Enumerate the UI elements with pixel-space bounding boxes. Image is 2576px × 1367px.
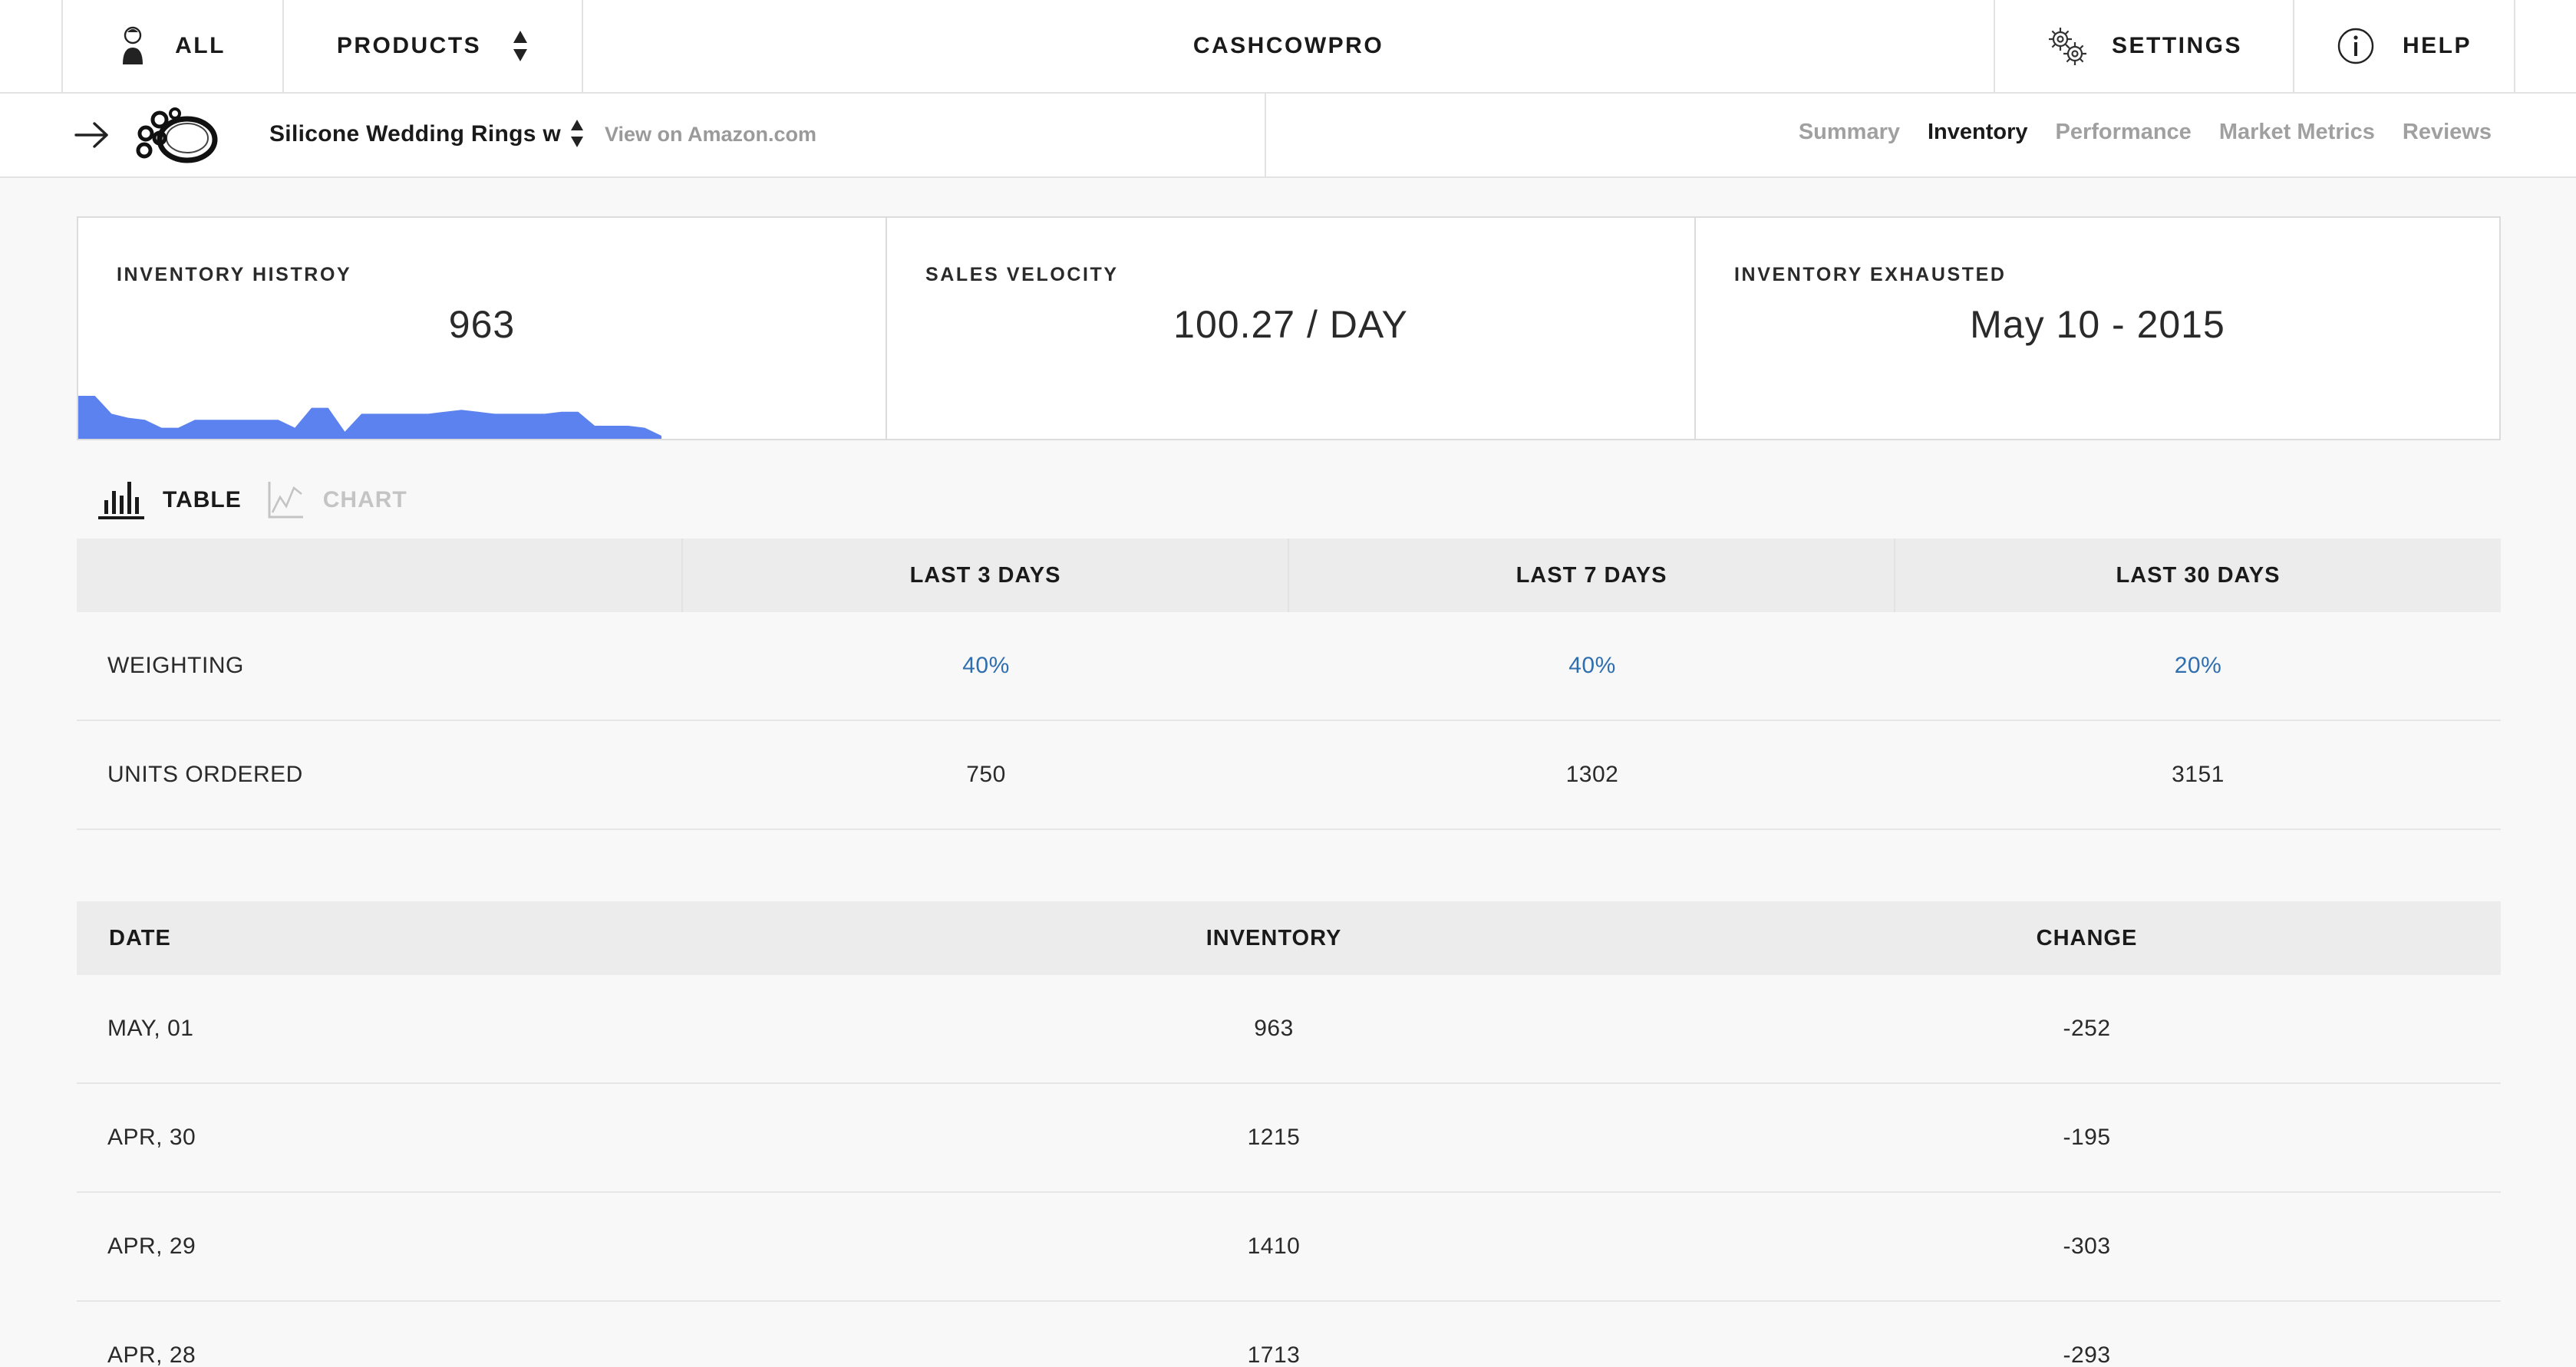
top-navigation: ALL PRODUCTS CASHCOWPRO SETTINGS HELP — [0, 0, 2576, 94]
inventory-cell: 1215 — [1247, 1125, 1301, 1150]
inventory-history-label: INVENTORY HISTROY — [117, 264, 352, 285]
table-row: WEIGHTING 40% 40% 20% — [77, 612, 2501, 721]
tab-performance[interactable]: Performance — [2056, 120, 2192, 145]
units-value: 3151 — [2172, 762, 2225, 787]
all-menu-button[interactable]: ALL — [63, 0, 282, 92]
brand-logo[interactable]: CASHCOWPRO — [583, 0, 1994, 92]
nav-divider — [2514, 0, 2515, 92]
inventory-history-value: 963 — [448, 303, 516, 346]
inventory-cell: 1713 — [1247, 1342, 1301, 1367]
inventory-sparkline — [78, 396, 661, 439]
table-row: APR, 30 1215 -195 — [77, 1084, 2501, 1193]
weighting-value[interactable]: 20% — [1895, 653, 2501, 679]
products-label: PRODUCTS — [336, 33, 482, 58]
all-label: ALL — [175, 33, 226, 58]
table-label: TABLE — [163, 487, 242, 512]
gears-icon — [2048, 28, 2086, 65]
table-header: DATE INVENTORY CHANGE — [77, 901, 2501, 975]
arrow-right-icon[interactable] — [74, 120, 110, 150]
table-row: UNITS ORDERED 750 1302 3151 — [77, 721, 2501, 830]
table-row: APR, 28 1713 -293 — [77, 1302, 2501, 1367]
brand-name: CASHCOWPRO — [1192, 33, 1384, 58]
table-header-cell — [77, 539, 683, 612]
change-cell: -195 — [2063, 1125, 2111, 1150]
product-subnav: Silicone Wedding Rings w View on Amazon.… — [0, 94, 2576, 178]
help-button[interactable]: HELP — [2294, 0, 2514, 92]
product-select-arrows-icon[interactable] — [569, 118, 585, 149]
table-row: MAY, 01 963 -252 — [77, 975, 2501, 1084]
change-cell: -303 — [2063, 1234, 2111, 1259]
inventory-history-card: INVENTORY HISTROY 963 — [78, 218, 886, 439]
date-cell: APR, 28 — [107, 1342, 196, 1367]
table-header-cell[interactable]: LAST 30 DAYS — [1895, 539, 2501, 612]
user-icon — [123, 26, 143, 64]
chart-label: CHART — [322, 487, 407, 512]
product-thumbnail — [136, 107, 218, 163]
settings-button[interactable]: SETTINGS — [1995, 0, 2293, 92]
date-cell: MAY, 01 — [107, 1016, 194, 1041]
tab-reviews[interactable]: Reviews — [2403, 120, 2492, 145]
units-value: 750 — [966, 762, 1006, 787]
section-tabs: Summary Inventory Performance Market Met… — [1771, 120, 2492, 145]
line-chart-icon — [268, 482, 303, 519]
weighting-value[interactable]: 40% — [1289, 653, 1895, 679]
row-label: WEIGHTING — [107, 653, 244, 678]
view-toggle: TABLE CHART — [98, 477, 434, 523]
row-label: UNITS ORDERED — [107, 762, 303, 787]
weighting-value[interactable]: 40% — [683, 653, 1289, 679]
tab-summary[interactable]: Summary — [1799, 120, 1900, 145]
inventory-exhausted-value: May 10 - 2015 — [1970, 303, 2225, 346]
table-header-cell[interactable]: LAST 7 DAYS — [1289, 539, 1895, 612]
sales-velocity-value: 100.27 / DAY — [1173, 303, 1408, 346]
stat-cards: INVENTORY HISTROY 963 SALES VELOCITY 100… — [77, 216, 2501, 440]
tab-inventory[interactable]: Inventory — [1928, 120, 2028, 145]
sort-arrows-icon — [513, 31, 528, 61]
date-cell: APR, 29 — [107, 1234, 196, 1259]
table-view-button[interactable]: TABLE — [98, 480, 242, 520]
sales-velocity-label: SALES VELOCITY — [925, 264, 1119, 285]
table-header-cell[interactable]: CHANGE — [1673, 926, 2501, 951]
help-label: HELP — [2402, 33, 2472, 58]
sales-velocity-card: SALES VELOCITY 100.27 / DAY — [886, 218, 1694, 439]
inventory-cell: 963 — [1254, 1016, 1294, 1041]
products-menu-button[interactable]: PRODUCTS — [284, 0, 582, 92]
subnav-divider — [1265, 94, 1266, 176]
table-row: APR, 29 1410 -303 — [77, 1193, 2501, 1302]
bar-chart-icon — [98, 482, 144, 519]
view-on-amazon-link[interactable]: View on Amazon.com — [605, 123, 816, 147]
inventory-exhausted-label: INVENTORY EXHAUSTED — [1734, 264, 2007, 285]
sparkline-area — [78, 396, 661, 439]
table-header-cell[interactable]: INVENTORY — [875, 926, 1673, 951]
inventory-cell: 1410 — [1247, 1234, 1301, 1259]
settings-label: SETTINGS — [2111, 33, 2242, 58]
inventory-table: DATE INVENTORY CHANGE MAY, 01 963 -252 A… — [77, 901, 2501, 1367]
inventory-exhausted-card: INVENTORY EXHAUSTED May 10 - 2015 — [1694, 218, 2499, 439]
table-header-cell[interactable]: LAST 3 DAYS — [683, 539, 1289, 612]
sales-velocity-table: LAST 3 DAYS LAST 7 DAYS LAST 30 DAYS WEI… — [77, 539, 2501, 830]
tab-market-metrics[interactable]: Market Metrics — [2219, 120, 2375, 145]
change-cell: -293 — [2063, 1342, 2111, 1367]
table-header: LAST 3 DAYS LAST 7 DAYS LAST 30 DAYS — [77, 539, 2501, 612]
change-cell: -252 — [2063, 1016, 2111, 1041]
table-header-cell[interactable]: DATE — [77, 926, 875, 951]
chart-view-button[interactable]: CHART — [268, 480, 407, 520]
product-title: Silicone Wedding Rings w — [269, 121, 562, 147]
units-value: 1302 — [1565, 762, 1619, 787]
info-icon — [2337, 28, 2374, 64]
date-cell: APR, 30 — [107, 1125, 196, 1150]
